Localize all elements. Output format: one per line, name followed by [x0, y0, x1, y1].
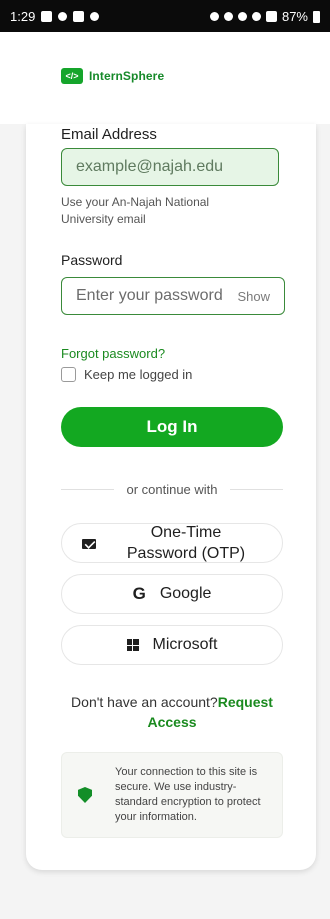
gallery-icon [41, 11, 53, 22]
email-label: Email Address [61, 126, 157, 143]
app-header: </> InternSphere [0, 32, 330, 124]
signup-prompt: Don't have an account?Request Access [61, 692, 283, 732]
login-button[interactable]: Log In [61, 407, 283, 447]
logo-code-icon: </> [61, 68, 83, 84]
show-password-button[interactable]: Show [237, 289, 270, 304]
envelope-icon [82, 539, 96, 549]
security-text: Your connection to this site is secure. … [115, 766, 261, 823]
shield-icon [78, 787, 92, 803]
microsoft-button[interactable]: Microsoft [61, 625, 283, 665]
navigation-icon [58, 12, 68, 21]
email-helper-text: Use your An-Najah National University em… [61, 195, 210, 226]
divider-line-left [61, 488, 115, 490]
battery-icon [313, 10, 320, 23]
password-field[interactable]: Enter your password Show [61, 277, 285, 315]
google-button[interactable]: G Google [61, 574, 283, 614]
otp-button[interactable]: One-Time Password (OTP) [61, 523, 283, 563]
divider: or continue with [61, 479, 283, 499]
security-note: Your connection to this site is secure. … [61, 752, 283, 838]
microsoft-label: Microsoft [152, 636, 218, 653]
google-icon: G [132, 584, 146, 603]
battery-percent: 87% [281, 9, 308, 24]
password-label: Password [61, 252, 123, 268]
keep-logged-in-checkbox[interactable] [61, 367, 76, 382]
divider-text: or continue with [126, 481, 218, 497]
notification-icon [73, 11, 85, 22]
email-placeholder: example@najah.edu [76, 158, 224, 175]
keep-logged-in-label: Keep me logged in [84, 367, 193, 382]
logo: </> InternSphere [61, 68, 164, 84]
divider-line-right [229, 488, 283, 490]
otp-label: One-Time Password (OTP) [126, 524, 246, 562]
wifi-icon [251, 12, 261, 21]
email-field[interactable]: example@najah.edu [61, 148, 279, 186]
status-time: 1:29 [10, 9, 36, 24]
bluetooth-icon [223, 12, 233, 21]
status-bar: 1:29 87% [0, 0, 330, 32]
mute-icon [237, 12, 247, 21]
dot-icon [90, 12, 100, 21]
google-label: Google [159, 585, 212, 602]
status-right: 87% [209, 9, 320, 24]
signup-text: Don't have an account? [71, 694, 218, 710]
login-card: Email Address example@najah.edu Use your… [26, 124, 316, 870]
forgot-password-link[interactable]: Forgot password? [61, 346, 165, 361]
alarm-icon [209, 12, 219, 21]
password-placeholder: Enter your password [76, 287, 223, 304]
signal-icon [265, 11, 277, 22]
keep-logged-in[interactable]: Keep me logged in [61, 367, 192, 382]
microsoft-icon [126, 639, 139, 651]
status-left: 1:29 [10, 9, 100, 24]
logo-text: InternSphere [89, 69, 165, 83]
